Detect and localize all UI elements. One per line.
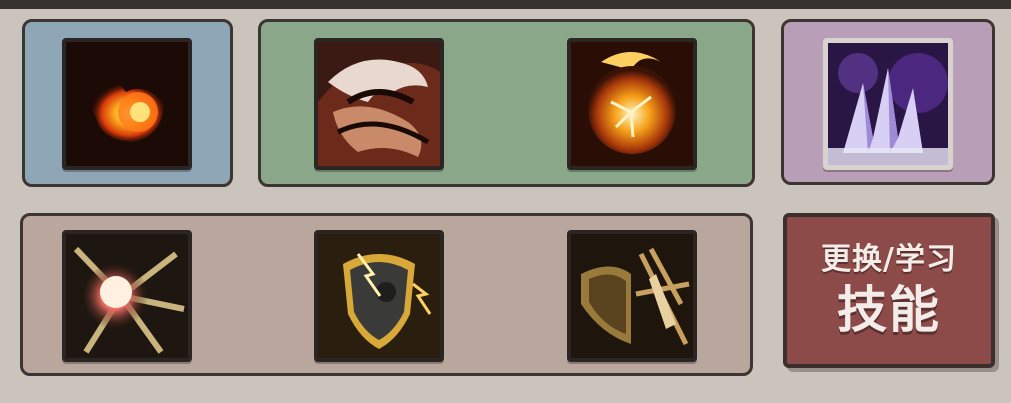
sword-shield-icon — [571, 234, 693, 358]
button-label-line2: 技能 — [837, 280, 941, 339]
skill-slot-1[interactable] — [62, 38, 192, 170]
change-learn-skill-button[interactable]: 更换/学习 技能 — [783, 213, 995, 368]
skill-slot-6[interactable] — [314, 230, 444, 362]
skill-slot-7[interactable] — [567, 230, 697, 362]
flame-orb-icon — [571, 42, 693, 166]
ice-crystal-icon — [828, 43, 948, 165]
button-label-line1: 更换/学习 — [821, 241, 957, 277]
fireball-icon — [66, 42, 188, 166]
skill-slot-2[interactable] — [314, 38, 444, 170]
top-bar — [0, 0, 1011, 9]
skill-slot-5[interactable] — [62, 230, 192, 362]
lightning-shield-icon — [318, 234, 440, 358]
light-burst-icon — [66, 234, 188, 358]
skill-slot-4[interactable] — [823, 38, 953, 170]
dragon-breath-icon — [318, 42, 440, 166]
skill-slot-3[interactable] — [567, 38, 697, 170]
